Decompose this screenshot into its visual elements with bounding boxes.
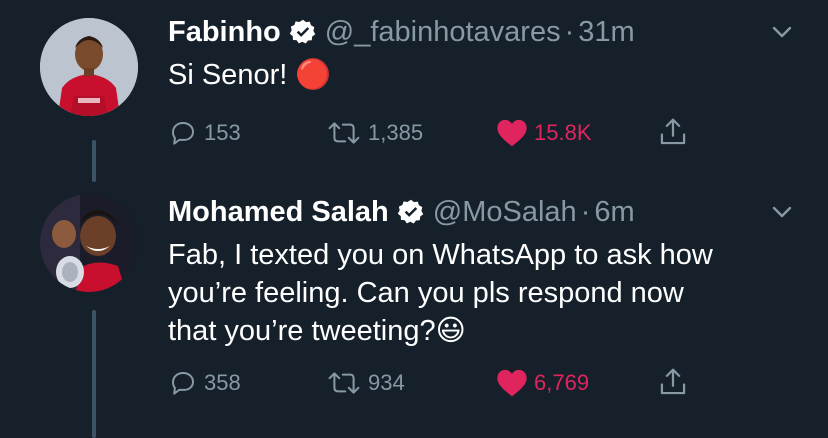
user-handle[interactable]: @_fabinhotavares	[325, 16, 561, 49]
like-count: 15.8K	[534, 120, 592, 145]
tweet-text-line: that you’re tweeting?😃	[168, 315, 466, 347]
timestamp[interactable]: 6m	[594, 196, 634, 229]
share-icon	[660, 368, 686, 395]
user-handle[interactable]: @MoSalah	[433, 196, 577, 229]
retweet-button[interactable]: 934	[326, 368, 405, 398]
tweet-text-line: Fab, I texted you on WhatsApp to ask how	[168, 239, 713, 271]
reply-icon	[172, 372, 194, 395]
separator-dot: ·	[564, 15, 575, 48]
heart-icon	[497, 369, 527, 397]
retweet-icon	[328, 372, 360, 394]
avatar-image	[40, 18, 138, 116]
share-button[interactable]	[658, 116, 694, 148]
retweet-button[interactable]: 1,385	[326, 118, 423, 148]
like-count: 6,769	[534, 370, 590, 395]
display-name[interactable]: Fabinho	[168, 16, 281, 49]
tweet[interactable]: Mohamed Salah @MoSalah · 6m Fab, I texte…	[0, 180, 828, 438]
chevron-down-icon[interactable]	[766, 196, 798, 228]
reply-button[interactable]: 153	[168, 118, 241, 148]
reply-count: 153	[204, 120, 241, 145]
reply-count: 358	[204, 370, 241, 395]
verified-badge-icon	[289, 19, 316, 44]
verified-badge-icon	[397, 199, 424, 224]
tweet-text-line: you’re feeling. Can you pls respond now	[168, 277, 684, 309]
timestamp[interactable]: 31m	[578, 16, 634, 49]
share-button[interactable]	[658, 366, 694, 398]
tweet[interactable]: Fabinho @_fabinhotavares · 31m Si Senor!…	[0, 0, 828, 180]
chevron-down-icon[interactable]	[766, 16, 798, 48]
reply-button[interactable]: 358	[168, 368, 241, 398]
avatar[interactable]	[40, 18, 138, 116]
retweet-icon	[328, 122, 360, 144]
tweet-text: Fab, I texted you on WhatsApp to ask how…	[168, 236, 798, 350]
tweet-text: Si Senor! 🔴	[168, 59, 332, 91]
like-button[interactable]: 6,769	[496, 368, 589, 398]
heart-icon	[497, 119, 527, 147]
avatar-image	[40, 194, 138, 292]
retweet-count: 1,385	[368, 120, 424, 145]
like-button[interactable]: 15.8K	[496, 118, 592, 148]
separator-dot: ·	[580, 195, 591, 228]
reply-icon	[172, 122, 194, 145]
tweet-header: Fabinho @_fabinhotavares · 31m	[168, 12, 798, 52]
share-icon	[660, 118, 686, 145]
tweet-header: Mohamed Salah @MoSalah · 6m	[168, 192, 798, 232]
display-name[interactable]: Mohamed Salah	[168, 196, 389, 229]
avatar[interactable]	[40, 194, 138, 292]
retweet-count: 934	[368, 370, 405, 395]
